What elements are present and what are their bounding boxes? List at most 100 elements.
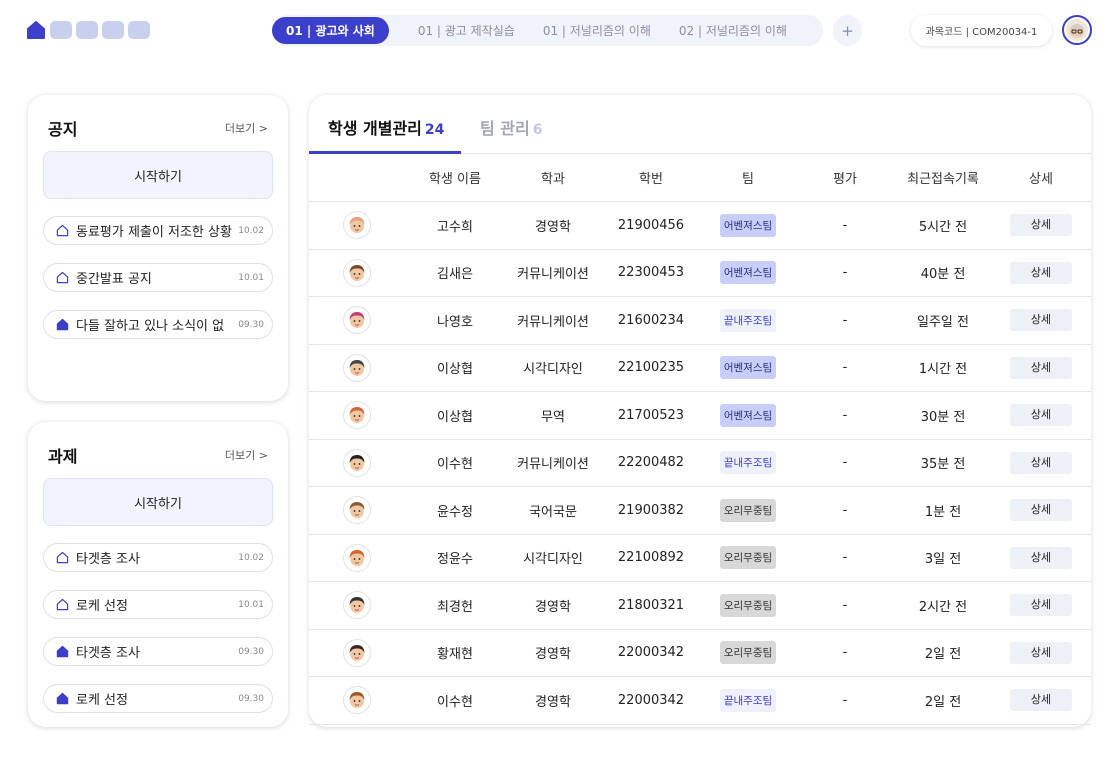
recent-access: 2일 전 bbox=[924, 694, 962, 710]
avatar-cell bbox=[309, 686, 405, 715]
detail-button[interactable]: 상세 bbox=[1010, 451, 1072, 474]
detail-button[interactable]: 상세 bbox=[1010, 546, 1072, 569]
logo[interactable] bbox=[26, 20, 150, 40]
home-icon bbox=[56, 271, 69, 284]
recent-access: 30분 전 bbox=[920, 409, 966, 425]
team-badge: 어벤져스팀 bbox=[719, 403, 777, 427]
avatar-cell bbox=[309, 306, 405, 335]
detail-button[interactable]: 상세 bbox=[1010, 309, 1072, 332]
item-title: 중간발표 공지 bbox=[76, 272, 152, 287]
item-date: 09.30 bbox=[238, 319, 264, 330]
recent-access: 1시간 전 bbox=[918, 362, 968, 378]
student-major: 경영학 bbox=[535, 219, 571, 235]
detail-button[interactable]: 상세 bbox=[1010, 261, 1072, 284]
task-list-item[interactable]: 타겟층 조사 10.02 bbox=[43, 543, 273, 572]
item-date: 10.02 bbox=[238, 225, 264, 236]
tab-count: 24 bbox=[424, 122, 445, 138]
table-row: 이상협 무역 21700523 어벤져스팀 - 30분 전 상세 bbox=[309, 392, 1091, 440]
detail-button[interactable]: 상세 bbox=[1010, 594, 1072, 617]
course-code-badge: 과목코드 | COM20034-1 bbox=[911, 15, 1052, 46]
avatar bbox=[343, 591, 371, 620]
course-tab[interactable]: 01 | 광고 제작실습 bbox=[418, 22, 515, 39]
course-tab[interactable]: 01 | 광고와 사회 bbox=[272, 17, 389, 44]
detail-cell: 상세 bbox=[991, 689, 1091, 712]
course-tab[interactable]: 01 | 저널리즘의 이해 bbox=[543, 22, 651, 39]
home-icon bbox=[56, 318, 69, 331]
team-badge: 오리무중팀 bbox=[719, 641, 777, 665]
recent-access: 일주일 전 bbox=[917, 314, 969, 330]
detail-cell: 상세 bbox=[991, 499, 1091, 522]
evaluation: - bbox=[842, 360, 848, 376]
notice-more-link[interactable]: 더보기 > bbox=[225, 120, 268, 136]
detail-cell: 상세 bbox=[991, 214, 1091, 237]
item-date: 10.01 bbox=[238, 272, 264, 283]
item-date: 09.30 bbox=[238, 693, 264, 704]
team-badge: 어벤져스팀 bbox=[719, 356, 777, 380]
evaluation: - bbox=[842, 645, 848, 661]
logo-letter bbox=[128, 21, 150, 39]
student-avatar-icon bbox=[349, 407, 365, 424]
avatar-cell bbox=[309, 401, 405, 430]
team-cell: 끝내주조팀 bbox=[701, 308, 795, 332]
table-row: 최경헌 경영학 21800321 오리무중팀 - 2시간 전 상세 bbox=[309, 582, 1091, 630]
avatar bbox=[343, 638, 371, 667]
notice-list-item[interactable]: 동료평가 제출이 저조한 상황 10.02 bbox=[43, 216, 273, 245]
profile-avatar[interactable] bbox=[1062, 15, 1092, 45]
recent-access: 35분 전 bbox=[920, 457, 966, 473]
detail-button[interactable]: 상세 bbox=[1010, 356, 1072, 379]
column-header: 팀 bbox=[742, 172, 754, 187]
evaluation: - bbox=[842, 217, 848, 233]
team-cell: 오리무중팀 bbox=[701, 498, 795, 522]
task-more-link[interactable]: 더보기 > bbox=[225, 447, 268, 463]
student-id: 21900456 bbox=[617, 217, 685, 233]
tab-team-management[interactable]: 팀 관리 6 bbox=[480, 115, 542, 139]
avatar-cell bbox=[309, 353, 405, 382]
notice-list-item[interactable]: 중간발표 공지 10.01 bbox=[43, 263, 273, 292]
task-list-item[interactable]: 타겟층 조사 09.30 bbox=[43, 637, 273, 666]
column-header: 학번 bbox=[639, 172, 663, 187]
item-date: 09.30 bbox=[238, 646, 264, 657]
evaluation: - bbox=[842, 455, 848, 471]
detail-button[interactable]: 상세 bbox=[1010, 499, 1072, 522]
column-header: 학생 이름 bbox=[429, 172, 481, 187]
detail-button[interactable]: 상세 bbox=[1010, 641, 1072, 664]
item-title: 타겟층 조사 bbox=[76, 646, 140, 661]
student-avatar-icon bbox=[349, 217, 365, 234]
task-list-item[interactable]: 로케 선정 09.30 bbox=[43, 684, 273, 713]
student-id: 22300453 bbox=[617, 265, 685, 281]
course-tabs: 01 | 광고와 사회 01 | 광고 제작실습 01 | 저널리즘의 이해 0… bbox=[272, 15, 823, 46]
item-title: 다들 잘하고 있나 소식이 없 bbox=[76, 319, 225, 334]
table-row: 이수현 경영학 22000342 끝내주조팀 - 2일 전 상세 bbox=[309, 677, 1091, 725]
add-course-button[interactable]: + bbox=[833, 15, 862, 46]
student-avatar-icon bbox=[349, 692, 365, 709]
notice-start-button[interactable]: 시작하기 bbox=[43, 151, 273, 199]
student-avatar-icon bbox=[349, 312, 365, 329]
item-date: 10.01 bbox=[238, 599, 264, 610]
table-row: 윤수정 국어국문 21900382 오리무중팀 - 1분 전 상세 bbox=[309, 487, 1091, 535]
avatar bbox=[343, 306, 371, 335]
team-badge: 오리무중팀 bbox=[719, 546, 777, 570]
logo-letter bbox=[50, 21, 72, 39]
detail-cell: 상세 bbox=[991, 404, 1091, 427]
task-start-button[interactable]: 시작하기 bbox=[43, 478, 273, 526]
task-title: 과제 bbox=[48, 447, 78, 466]
student-id: 21800321 bbox=[617, 597, 685, 613]
student-management-card: 학생 개별관리 24 팀 관리 6 학생 이름 학과 학번 팀 평가 최근접속기록 … bbox=[309, 95, 1091, 727]
detail-button[interactable]: 상세 bbox=[1010, 689, 1072, 712]
table-row: 정윤수 시각디자인 22100892 오리무중팀 - 3일 전 상세 bbox=[309, 535, 1091, 582]
detail-cell: 상세 bbox=[991, 451, 1091, 474]
notice-list-item[interactable]: 다들 잘하고 있나 소식이 없 09.30 bbox=[43, 310, 273, 339]
student-avatar-icon bbox=[349, 644, 365, 661]
detail-button[interactable]: 상세 bbox=[1010, 214, 1072, 237]
detail-button[interactable]: 상세 bbox=[1010, 404, 1072, 427]
course-tab[interactable]: 02 | 저널리즘의 이해 bbox=[679, 22, 787, 39]
detail-cell: 상세 bbox=[991, 594, 1091, 617]
item-date: 10.02 bbox=[238, 552, 264, 563]
table-row: 이수현 커뮤니케이션 22200482 끝내주조팀 - 35분 전 상세 bbox=[309, 440, 1091, 487]
home-icon bbox=[56, 598, 69, 611]
team-cell: 끝내주조팀 bbox=[701, 688, 795, 712]
tab-student-management[interactable]: 학생 개별관리 24 bbox=[328, 115, 444, 139]
task-list-item[interactable]: 로케 선정 10.01 bbox=[43, 590, 273, 619]
evaluation: - bbox=[842, 597, 848, 613]
student-name: 황재현 bbox=[437, 647, 473, 663]
